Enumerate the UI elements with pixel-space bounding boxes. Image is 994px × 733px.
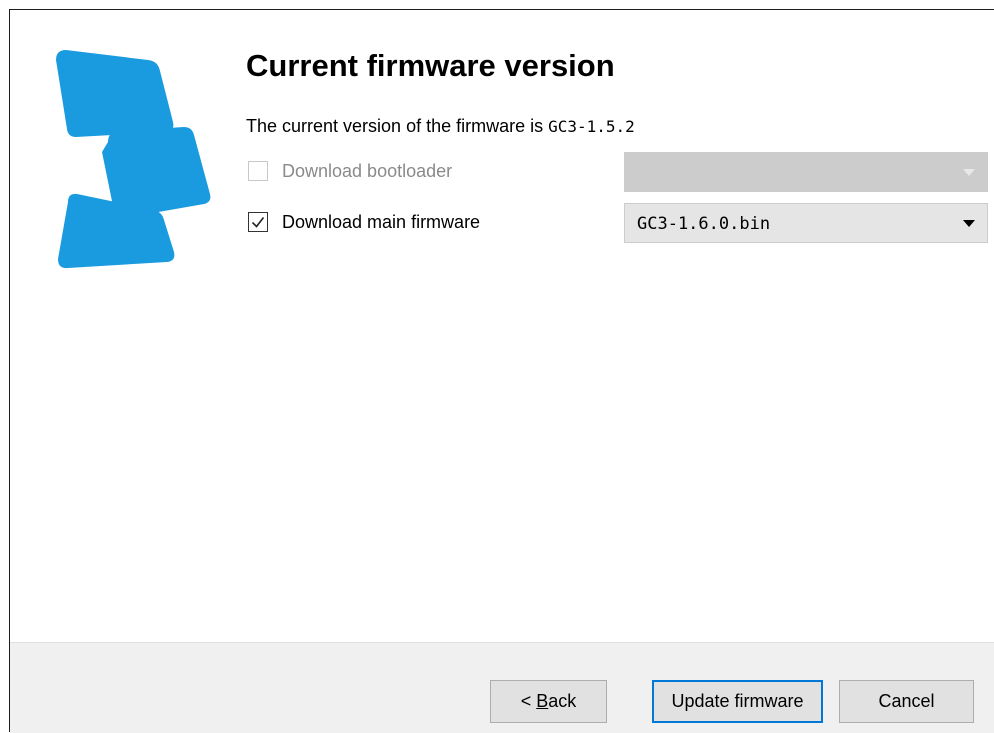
current-version-value: GC3-1.5.2 xyxy=(548,117,635,136)
current-version-text: The current version of the firmware is G… xyxy=(246,116,635,137)
bootloader-version-select[interactable] xyxy=(624,152,988,192)
chevron-down-icon xyxy=(963,220,975,227)
update-firmware-button[interactable]: Update firmware xyxy=(652,680,823,723)
back-button-rest: ack xyxy=(548,691,577,711)
wizard-window: Current firmware version The current ver… xyxy=(9,9,994,733)
bootloader-option-row: Download bootloader xyxy=(246,152,991,192)
page-title: Current firmware version xyxy=(246,48,615,83)
download-bootloader-label: Download bootloader xyxy=(282,161,453,181)
button-bar: < Back Update firmware Cancel xyxy=(10,642,994,733)
chevron-down-icon xyxy=(963,169,975,176)
download-main-firmware-label: Download main firmware xyxy=(282,212,481,232)
main-firmware-file-select[interactable]: GC3-1.6.0.bin xyxy=(624,203,988,243)
cancel-button[interactable]: Cancel xyxy=(839,680,974,723)
current-version-prefix: The current version of the firmware is xyxy=(246,116,549,136)
back-button[interactable]: < Back xyxy=(490,680,607,723)
main-firmware-file-value: GC3-1.6.0.bin xyxy=(637,214,771,234)
back-button-prefix: < xyxy=(520,691,537,711)
main-firmware-option-row: Download main firmware GC3-1.6.0.bin xyxy=(246,203,991,243)
checkmark-icon xyxy=(251,217,265,228)
logo-icon xyxy=(56,50,211,269)
download-bootloader-checkbox[interactable] xyxy=(248,161,268,181)
download-main-firmware-checkbox[interactable] xyxy=(248,212,268,232)
back-button-mnemonic: B xyxy=(536,691,549,711)
